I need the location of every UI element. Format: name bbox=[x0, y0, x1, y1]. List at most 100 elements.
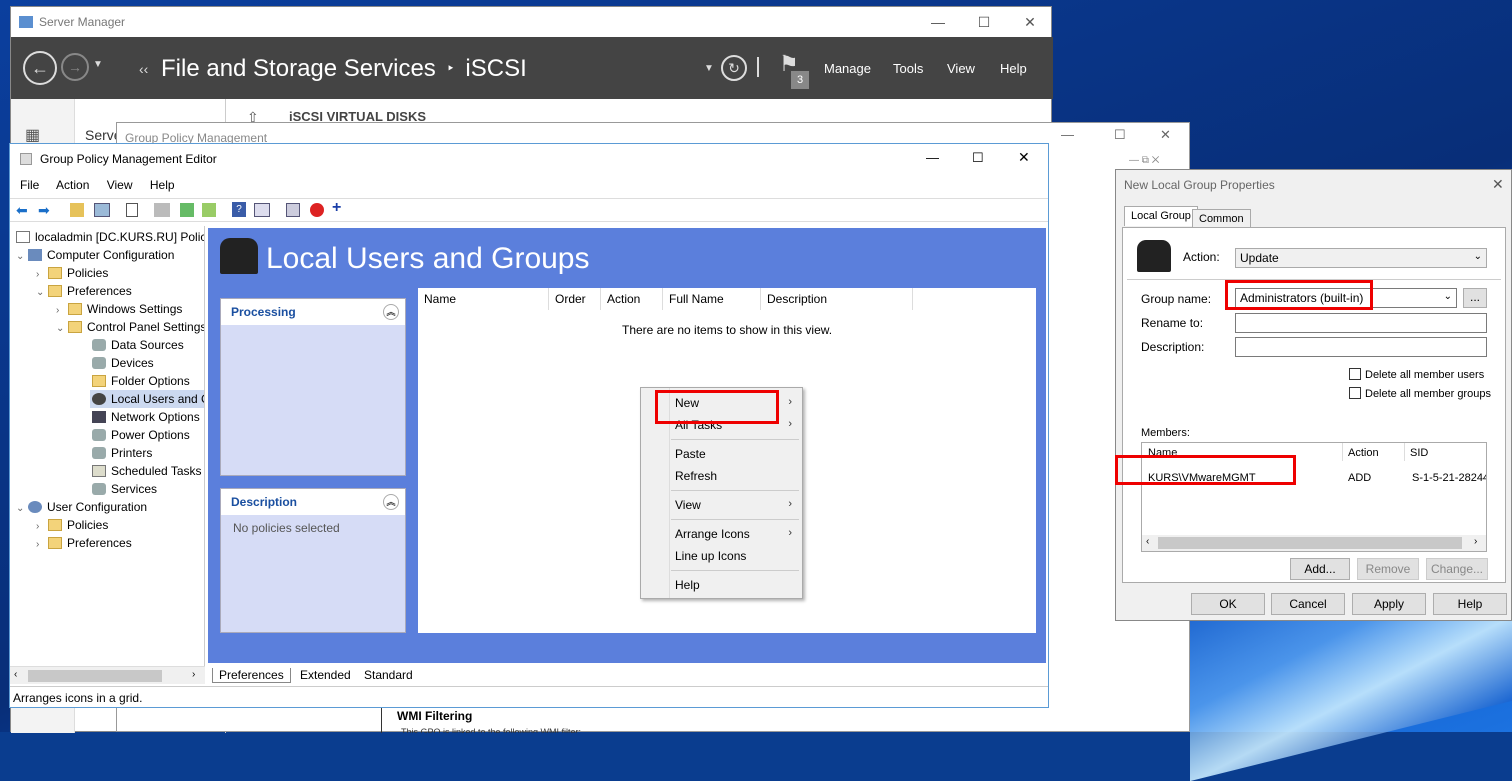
add-button[interactable]: Add... bbox=[1290, 558, 1350, 580]
menu-view[interactable]: View bbox=[947, 61, 975, 76]
expand-icon[interactable]: ⌄ bbox=[56, 320, 68, 338]
menu-item-paste[interactable]: Paste bbox=[675, 447, 706, 461]
forward-arrow-icon[interactable]: ➡ bbox=[38, 202, 50, 219]
collapse-chevron-icon[interactable]: ︽ bbox=[383, 494, 399, 510]
menu-help[interactable]: Help bbox=[1000, 61, 1027, 76]
rename-input[interactable] bbox=[1235, 313, 1487, 333]
dropdown-icon[interactable]: ▼ bbox=[704, 63, 714, 74]
menu-item-refresh[interactable]: Refresh bbox=[675, 469, 717, 483]
menu-manage[interactable]: Manage bbox=[824, 61, 871, 76]
collapse-icon[interactable]: › bbox=[36, 536, 48, 554]
expand-icon[interactable]: ⌄ bbox=[16, 500, 28, 518]
stop-icon[interactable] bbox=[310, 203, 324, 217]
dialog-close-button[interactable]: ✕ bbox=[1492, 176, 1504, 193]
history-dropdown-icon[interactable]: ▼ bbox=[93, 59, 103, 70]
help-button[interactable]: Help bbox=[1433, 593, 1507, 615]
tree-policies[interactable]: › Policies bbox=[36, 264, 108, 282]
refresh-icon[interactable] bbox=[180, 203, 194, 217]
tree-scheduled-tasks[interactable]: Scheduled Tasks bbox=[92, 462, 202, 480]
tree-root[interactable]: localadmin [DC.KURS.RU] Policy bbox=[16, 228, 204, 246]
gpm-minimize-button[interactable]: — bbox=[1061, 127, 1074, 142]
help-icon[interactable]: ? bbox=[232, 202, 246, 217]
tree-user-policies[interactable]: › Policies bbox=[36, 516, 108, 534]
apply-button[interactable]: Apply bbox=[1352, 593, 1426, 615]
show-tree-icon[interactable] bbox=[94, 203, 110, 217]
close-button[interactable]: ✕ bbox=[1007, 7, 1053, 37]
action-pane-icon[interactable] bbox=[254, 203, 270, 217]
scroll-right-icon[interactable]: › bbox=[192, 669, 195, 680]
col-full-name[interactable]: Full Name bbox=[663, 288, 761, 310]
expand-icon[interactable]: ⌄ bbox=[36, 284, 48, 302]
scroll-left-icon[interactable]: ‹ bbox=[14, 669, 17, 680]
add-icon[interactable]: + bbox=[332, 199, 341, 217]
action-select[interactable]: Update ⌄ bbox=[1235, 248, 1487, 268]
tree-services[interactable]: Services bbox=[92, 480, 157, 498]
tree-local-users-groups[interactable]: Local Users and G bbox=[90, 390, 204, 408]
back-arrow-icon[interactable]: ← bbox=[23, 51, 57, 85]
col-description[interactable]: Description bbox=[761, 288, 913, 310]
col-member-action[interactable]: Action bbox=[1348, 447, 1379, 459]
menu-view[interactable]: View bbox=[107, 178, 133, 192]
menu-action[interactable]: Action bbox=[56, 178, 89, 192]
back-arrow-icon[interactable]: ⬅ bbox=[16, 202, 28, 219]
refresh-icon[interactable]: ↻ bbox=[721, 55, 747, 81]
tree-windows-settings[interactable]: › Windows Settings bbox=[56, 300, 182, 318]
tab-local-group[interactable]: Local Group bbox=[1124, 206, 1198, 226]
menu-item-line-up-icons[interactable]: Line up Icons bbox=[675, 549, 746, 563]
tree-control-panel-settings[interactable]: ⌄ Control Panel Settings bbox=[56, 318, 204, 338]
scrollbar-thumb[interactable] bbox=[1158, 537, 1462, 549]
cancel-button[interactable]: Cancel bbox=[1271, 593, 1345, 615]
tab-standard[interactable]: Standard bbox=[358, 668, 419, 682]
menu-file[interactable]: File bbox=[20, 178, 39, 192]
tree-power-options[interactable]: Power Options bbox=[92, 426, 190, 444]
gpme-minimize-button[interactable]: — bbox=[926, 150, 939, 165]
scroll-left-icon[interactable]: ‹ bbox=[1146, 536, 1149, 547]
breadcrumb-iscsi[interactable]: iSCSI bbox=[465, 55, 526, 82]
col-name[interactable]: Name bbox=[418, 288, 549, 310]
tab-preferences[interactable]: Preferences bbox=[212, 668, 291, 683]
scrollbar-thumb[interactable] bbox=[28, 670, 162, 682]
tab-common[interactable]: Common bbox=[1192, 209, 1251, 227]
find-icon[interactable] bbox=[286, 203, 300, 217]
delete-groups-checkbox[interactable]: Delete all member groups bbox=[1349, 387, 1491, 400]
col-action[interactable]: Action bbox=[601, 288, 663, 310]
breadcrumb-file-storage[interactable]: File and Storage Services bbox=[161, 55, 436, 82]
minimize-button[interactable]: — bbox=[915, 7, 961, 37]
tree-network-options[interactable]: Network Options bbox=[92, 408, 200, 426]
tree-folder-options[interactable]: Folder Options bbox=[92, 372, 190, 390]
gpm-restore-icon[interactable]: — ⧉ ✕ bbox=[1129, 155, 1159, 166]
print-icon[interactable] bbox=[154, 203, 170, 217]
tree-data-sources[interactable]: Data Sources bbox=[92, 336, 184, 354]
menu-tools[interactable]: Tools bbox=[893, 61, 923, 76]
tree-devices[interactable]: Devices bbox=[92, 354, 154, 372]
export-icon[interactable] bbox=[202, 203, 216, 217]
change-button[interactable]: Change... bbox=[1426, 558, 1488, 580]
collapse-chevron-icon[interactable]: ︽ bbox=[383, 304, 399, 320]
scroll-right-icon[interactable]: › bbox=[1474, 536, 1477, 547]
tree-printers[interactable]: Printers bbox=[92, 444, 152, 462]
delete-users-checkbox[interactable]: Delete all member users bbox=[1349, 368, 1484, 381]
properties-icon[interactable] bbox=[126, 203, 138, 217]
tree-user-preferences[interactable]: › Preferences bbox=[36, 534, 132, 552]
forward-arrow-icon[interactable]: → bbox=[61, 53, 89, 81]
menu-item-arrange-icons[interactable]: Arrange Icons bbox=[675, 527, 750, 541]
maximize-button[interactable]: ☐ bbox=[961, 7, 1007, 37]
menu-item-help[interactable]: Help bbox=[675, 578, 700, 592]
description-input[interactable] bbox=[1235, 337, 1487, 357]
remove-button[interactable]: Remove bbox=[1357, 558, 1419, 580]
tree-preferences[interactable]: ⌄ Preferences bbox=[36, 282, 132, 300]
tree-horizontal-scrollbar[interactable]: ‹ › bbox=[10, 666, 205, 684]
menu-help[interactable]: Help bbox=[150, 178, 175, 192]
tab-extended[interactable]: Extended bbox=[294, 668, 357, 682]
tree-user-configuration[interactable]: ⌄ User Configuration bbox=[16, 498, 147, 516]
gpme-maximize-button[interactable]: ☐ bbox=[972, 150, 984, 166]
col-member-sid[interactable]: SID bbox=[1410, 447, 1428, 459]
ok-button[interactable]: OK bbox=[1191, 593, 1265, 615]
menu-item-view[interactable]: View bbox=[675, 498, 701, 512]
expand-icon[interactable]: ⌄ bbox=[16, 248, 28, 266]
dashboard-grid-icon[interactable]: ▦ bbox=[25, 125, 40, 145]
gpm-close-button[interactable]: ✕ bbox=[1160, 127, 1171, 143]
members-horizontal-scrollbar[interactable]: ‹ › bbox=[1142, 535, 1486, 551]
up-folder-icon[interactable] bbox=[70, 203, 84, 217]
tree-computer-configuration[interactable]: ⌄ Computer Configuration bbox=[16, 246, 174, 264]
